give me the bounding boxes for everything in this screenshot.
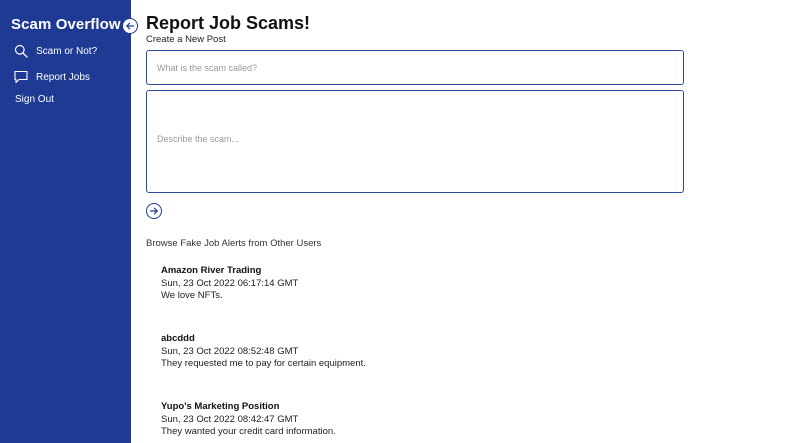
post-title: abcddd <box>161 333 195 344</box>
page-title: Report Job Scams! <box>146 13 311 33</box>
arrow-right-icon <box>149 206 159 216</box>
post-body: They requested me to pay for certain equ… <box>161 358 366 370</box>
post-date: Sun, 23 Oct 2022 08:42:47 GMT <box>161 413 299 425</box>
post-title: Yupo's Marketing Position <box>161 401 280 412</box>
post-item: Amazon River Trading Sun, 23 Oct 2022 06… <box>161 265 661 303</box>
chat-bubble-icon <box>14 70 28 84</box>
nav-item-report-jobs[interactable]: Report Jobs <box>14 70 90 84</box>
search-icon <box>14 44 28 58</box>
page-subtitle: Create a New Post <box>146 34 226 45</box>
browse-heading: Browse Fake Job Alerts from Other Users <box>146 238 322 249</box>
nav-item-label: Report Jobs <box>36 71 90 83</box>
app-root: Scam Overflow Scam or Not? Report Jobs S… <box>0 0 806 443</box>
post-date: Sun, 23 Oct 2022 08:52:48 GMT <box>161 345 299 357</box>
post-body: We love NFTs. <box>161 290 223 302</box>
sign-out-link[interactable]: Sign Out <box>15 94 54 105</box>
arrow-left-icon <box>125 21 135 31</box>
post-title: Amazon River Trading <box>161 265 262 276</box>
submit-post-button[interactable] <box>146 203 162 219</box>
post-date: Sun, 23 Oct 2022 06:17:14 GMT <box>161 277 299 289</box>
sidebar: Scam Overflow Scam or Not? Report Jobs S… <box>0 0 131 443</box>
post-body: They wanted your credit card information… <box>161 426 336 438</box>
collapse-sidebar-button[interactable] <box>122 18 138 34</box>
nav-item-label: Scam or Not? <box>36 45 98 57</box>
nav-item-scam-or-not[interactable]: Scam or Not? <box>14 44 97 58</box>
brand-title: Scam Overflow <box>11 16 121 33</box>
scam-title-input[interactable] <box>146 50 684 85</box>
post-item: abcddd Sun, 23 Oct 2022 08:52:48 GMT The… <box>161 333 661 371</box>
scam-description-input[interactable] <box>146 90 684 193</box>
post-item: Yupo's Marketing Position Sun, 23 Oct 20… <box>161 401 661 439</box>
